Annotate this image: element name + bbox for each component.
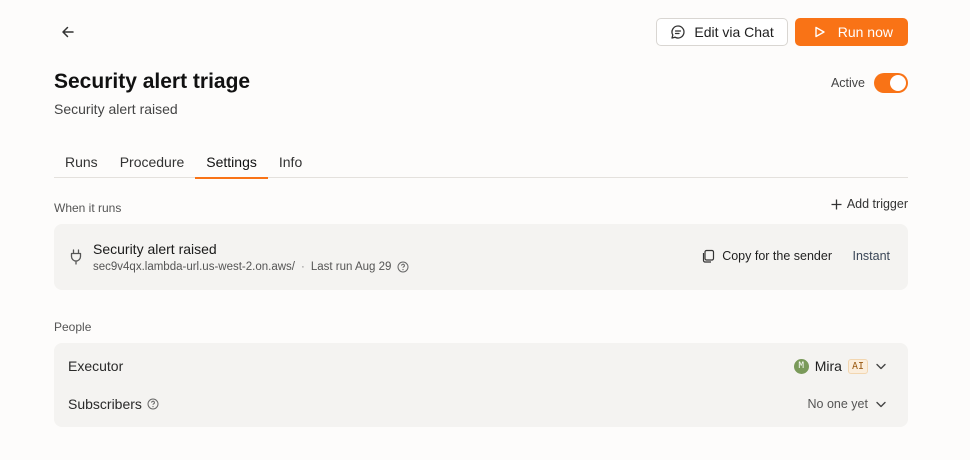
avatar: M (793, 358, 809, 374)
executor-label: Executor (68, 358, 124, 374)
trigger-meta: sec9v4qx.lambda-url.us-west-2.on.aws/ · … (93, 261, 409, 273)
executor-select[interactable]: M Mira AI (793, 358, 888, 374)
back-button[interactable] (56, 20, 80, 44)
add-trigger-button[interactable]: Add trigger (831, 197, 908, 211)
active-toggle-group: Active (831, 73, 908, 93)
page-title: Security alert triage (54, 70, 251, 93)
plus-icon (831, 199, 842, 209)
play-icon (815, 26, 825, 38)
ai-badge: AI (847, 358, 868, 374)
run-now-button[interactable]: Run now (794, 18, 908, 46)
people-heading: People (54, 320, 92, 334)
subscribers-select[interactable]: No one yet (808, 397, 888, 411)
subscribers-row: Subscribers No one yet (54, 385, 908, 423)
tab-runs[interactable]: Runs (54, 150, 109, 178)
active-label: Active (830, 76, 865, 90)
subscribers-value: No one yet (807, 397, 868, 411)
back-arrow-icon (62, 26, 74, 38)
page-subtitle: Security alert raised (54, 101, 178, 117)
tab-settings[interactable]: Settings (195, 150, 268, 179)
toggle-knob (890, 75, 906, 91)
people-card: Executor M Mira AI Subscribers No one ye… (54, 343, 908, 427)
trigger-card: Security alert raised sec9v4qx.lambda-ur… (54, 224, 908, 290)
copy-icon (703, 249, 715, 263)
active-toggle[interactable] (874, 73, 908, 93)
trigger-url: sec9v4qx.lambda-url.us-west-2.on.aws/ (93, 261, 295, 273)
copy-for-sender-label: Copy for the sender (722, 249, 832, 263)
tab-bar: Runs Procedure Settings Info (54, 150, 908, 179)
executor-row: Executor M Mira AI (54, 347, 908, 385)
tab-info[interactable]: Info (268, 150, 313, 178)
meta-separator: · (300, 261, 305, 273)
subscribers-label: Subscribers (68, 396, 142, 412)
header-actions: Edit via Chat Run now (656, 18, 908, 46)
chevron-down-icon (876, 401, 886, 408)
help-circle-icon[interactable] (147, 398, 159, 410)
subscribers-label-group: Subscribers (68, 396, 159, 412)
copy-for-sender-button[interactable]: Copy for the sender (701, 249, 832, 263)
tab-procedure[interactable]: Procedure (109, 150, 196, 178)
executor-name: Mira (814, 358, 842, 374)
add-trigger-label: Add trigger (846, 197, 908, 211)
trigger-name: Security alert raised (93, 241, 217, 257)
edit-via-chat-button[interactable]: Edit via Chat (656, 18, 788, 46)
edit-via-chat-label: Edit via Chat (694, 24, 774, 40)
last-run: Last run Aug 29 (310, 261, 392, 273)
help-circle-icon[interactable] (397, 261, 409, 273)
chat-bubble-icon (671, 25, 685, 39)
instant-mode-link[interactable]: Instant (852, 249, 890, 263)
plug-icon (70, 249, 82, 265)
run-now-label: Run now (837, 24, 893, 40)
when-it-runs-heading: When it runs (54, 201, 122, 215)
chevron-down-icon (876, 363, 886, 370)
